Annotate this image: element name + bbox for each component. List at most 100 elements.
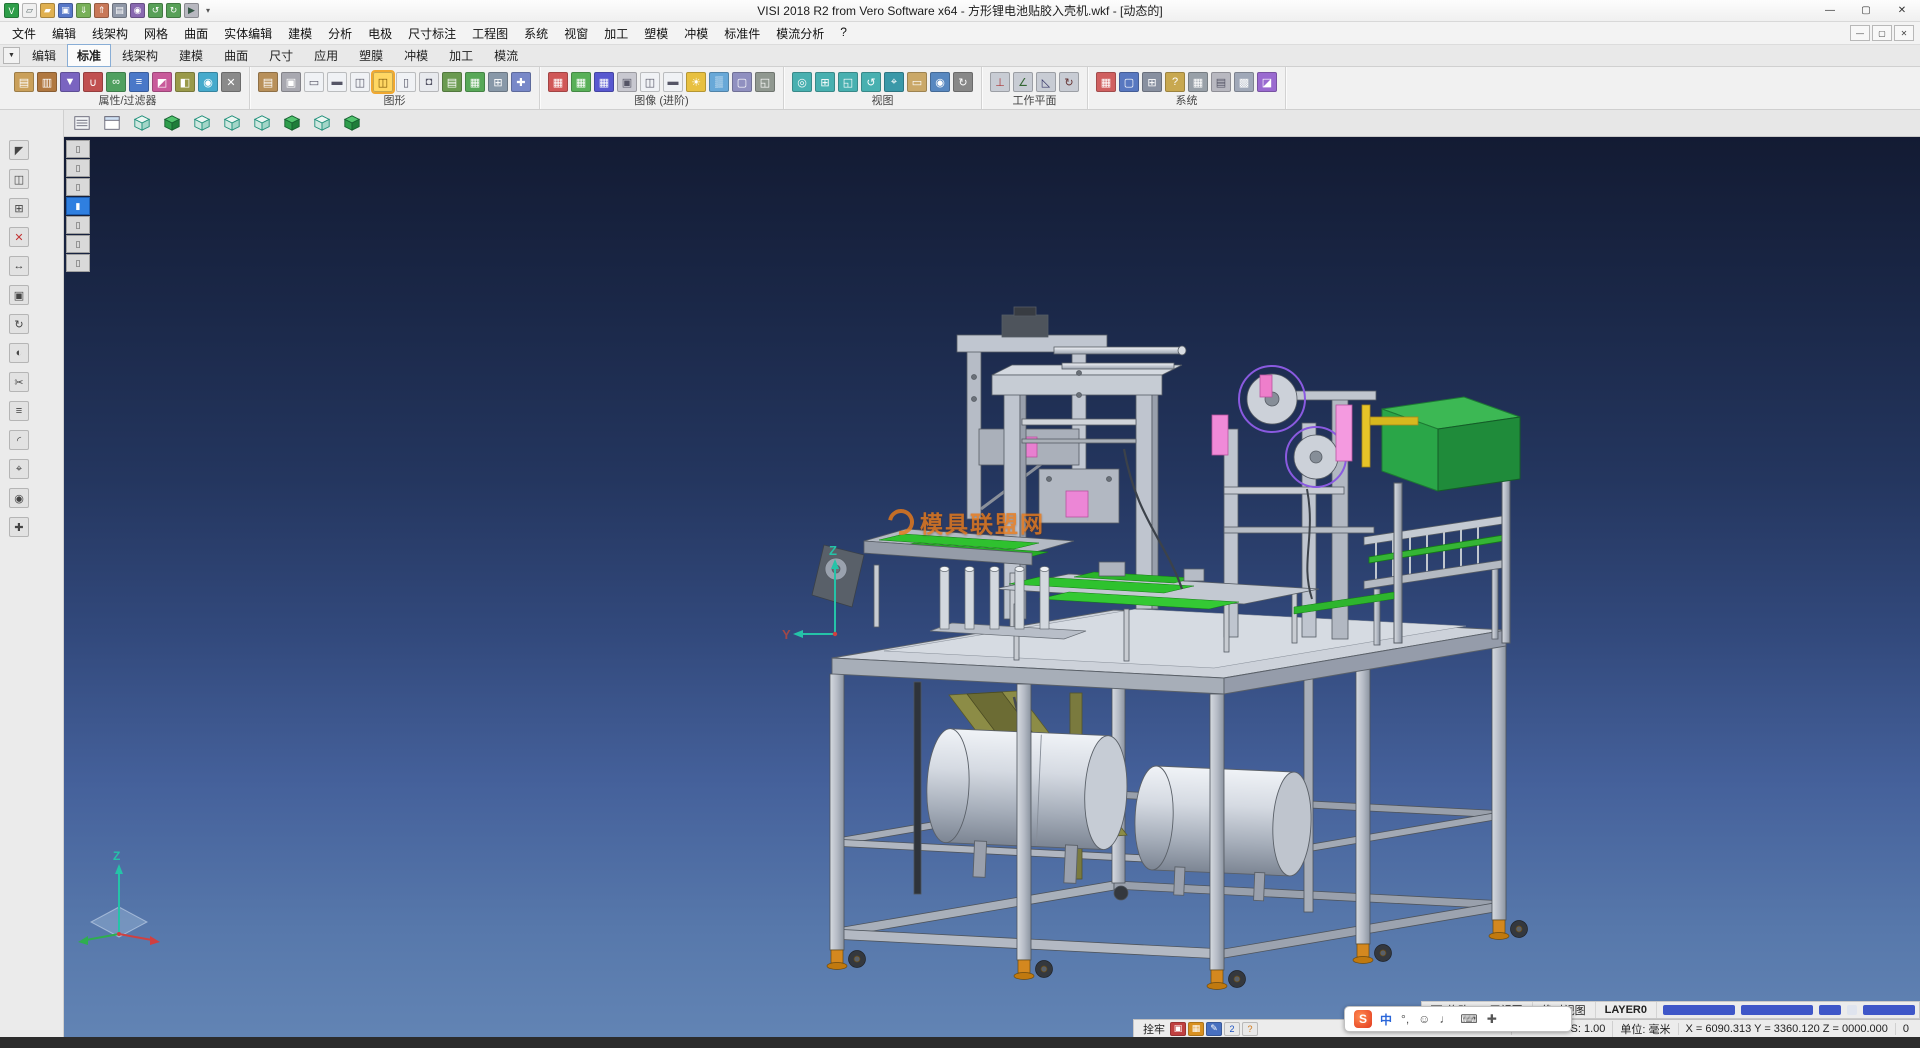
menu-item-14[interactable]: 加工: [596, 22, 636, 45]
view-cube-right-button[interactable]: [249, 112, 275, 134]
view-cube-left-button[interactable]: [309, 112, 335, 134]
menu-item-3[interactable]: 线架构: [84, 22, 136, 45]
plane-purple-icon[interactable]: ◪: [1257, 72, 1277, 92]
dither-icon[interactable]: ▩: [1234, 72, 1254, 92]
monitor-config-icon[interactable]: ▢: [1119, 72, 1139, 92]
tab-5[interactable]: 曲面: [214, 44, 258, 67]
hidden-line-display-icon[interactable]: ◫: [350, 72, 370, 92]
filter-magnet-icon[interactable]: ∪: [83, 72, 103, 92]
attribute-copy-icon[interactable]: ▥: [37, 72, 57, 92]
view-strip-button-7[interactable]: ▯: [66, 254, 90, 272]
macro-icon[interactable]: ▶: [184, 3, 199, 18]
view-new-window-button[interactable]: [99, 112, 125, 134]
status-alert-icon[interactable]: ▣: [1170, 1022, 1186, 1036]
tab-4[interactable]: 建模: [169, 44, 213, 67]
dynamic-shading-icon[interactable]: ◫: [373, 72, 393, 92]
menu-item-17[interactable]: 标准件: [716, 22, 768, 45]
menu-item-4[interactable]: 网格: [136, 22, 176, 45]
ime-punct-indicator[interactable]: °,: [1401, 1012, 1409, 1026]
doc-close-button[interactable]: ✕: [1894, 25, 1914, 41]
render-texture-icon[interactable]: ▦: [594, 72, 614, 92]
view-cube-bottom-button[interactable]: [339, 112, 365, 134]
view-cube-top-button[interactable]: [189, 112, 215, 134]
move-icon[interactable]: ↔: [9, 256, 29, 276]
view-display-list-button[interactable]: [69, 112, 95, 134]
database-green-icon[interactable]: ▦: [465, 72, 485, 92]
ruler-icon[interactable]: ▭: [907, 72, 927, 92]
measure-distance-icon[interactable]: ⌖: [9, 459, 29, 479]
menu-item-11[interactable]: 工程图: [464, 22, 516, 45]
measure-icon[interactable]: ⌖: [884, 72, 904, 92]
maximize-button[interactable]: ▢: [1848, 0, 1884, 21]
tab-overflow-button[interactable]: ▼: [3, 47, 20, 64]
delete-icon[interactable]: ✕: [9, 227, 29, 247]
view-cube-shaded-button[interactable]: [159, 112, 185, 134]
view-strip-button-1[interactable]: ▯: [66, 140, 90, 158]
grid-settings-icon[interactable]: ▦: [1188, 72, 1208, 92]
view-cube-front-button[interactable]: [219, 112, 245, 134]
screen-capture-icon[interactable]: ▣: [617, 72, 637, 92]
redraw-icon[interactable]: ↻: [953, 72, 973, 92]
workplane-rotate-icon[interactable]: ↻: [1059, 72, 1079, 92]
filter-elements-icon[interactable]: ▼: [60, 72, 80, 92]
selection-filter-icon[interactable]: ◫: [9, 169, 29, 189]
render-shaded-icon[interactable]: ▦: [548, 72, 568, 92]
database-insert-icon[interactable]: ▤: [442, 72, 462, 92]
view-cube-iso-button[interactable]: [129, 112, 155, 134]
menu-item-18[interactable]: 模流分析: [768, 22, 832, 45]
export-icon[interactable]: ⇑: [94, 3, 109, 18]
minimize-button[interactable]: —: [1812, 0, 1848, 21]
tab-6[interactable]: 尺寸: [259, 44, 303, 67]
status-count-badge[interactable]: 2: [1224, 1022, 1240, 1036]
tab-2[interactable]: 标准: [67, 44, 111, 67]
visibility-toggle-icon[interactable]: ◉: [198, 72, 218, 92]
tab-3[interactable]: 线架构: [112, 44, 168, 67]
view-strip-button-4[interactable]: ▮: [66, 197, 90, 215]
viewport[interactable]: Z Y Z ▯▯▯▮▯▯▯: [64, 137, 1920, 1037]
capture-icon[interactable]: ◉: [130, 3, 145, 18]
filter-chain-icon[interactable]: ∞: [106, 72, 126, 92]
clipboard-paste-icon[interactable]: ▤: [258, 72, 278, 92]
save-file-icon[interactable]: ▣: [58, 3, 73, 18]
view-strip-button-2[interactable]: ▯: [66, 159, 90, 177]
ime-logo-icon[interactable]: S: [1354, 1010, 1372, 1028]
doc-minimize-button[interactable]: —: [1850, 25, 1870, 41]
layer-manager-icon[interactable]: ≡: [129, 72, 149, 92]
menu-item-10[interactable]: 尺寸标注: [400, 22, 464, 45]
zoom-box-icon[interactable]: ⊞: [9, 198, 29, 218]
ime-emoji-button[interactable]: ☺: [1418, 1012, 1430, 1026]
image-monitor-icon[interactable]: ▢: [732, 72, 752, 92]
image-light-icon[interactable]: ☀: [686, 72, 706, 92]
element-lock-icon[interactable]: ◧: [175, 72, 195, 92]
database-grid-icon[interactable]: ⊞: [488, 72, 508, 92]
view-eye-icon[interactable]: ◉: [930, 72, 950, 92]
transparent-display-icon[interactable]: ▯: [396, 72, 416, 92]
fillet-icon[interactable]: ◜: [9, 430, 29, 450]
status-display-icon[interactable]: ▦: [1188, 1022, 1204, 1036]
tab-10[interactable]: 加工: [439, 44, 483, 67]
zoom-fit-icon[interactable]: ◱: [838, 72, 858, 92]
menu-item-15[interactable]: 塑模: [636, 22, 676, 45]
attribute-edit-icon[interactable]: ▤: [14, 72, 34, 92]
mirror-icon[interactable]: ◐: [9, 343, 29, 363]
undo-icon[interactable]: ↺: [148, 3, 163, 18]
menu-item-5[interactable]: 曲面: [176, 22, 216, 45]
menu-item-9[interactable]: 电极: [360, 22, 400, 45]
view-strip-button-3[interactable]: ▯: [66, 178, 90, 196]
image-export-icon[interactable]: ◱: [755, 72, 775, 92]
app-logo-icon[interactable]: V: [4, 3, 19, 18]
rotate-icon[interactable]: ↻: [9, 314, 29, 334]
graphics-settings-icon[interactable]: ✚: [511, 72, 531, 92]
tab-11[interactable]: 模流: [484, 44, 528, 67]
menu-item-7[interactable]: 建模: [280, 22, 320, 45]
zoom-window-icon[interactable]: ⊞: [815, 72, 835, 92]
menu-item-13[interactable]: 视窗: [556, 22, 596, 45]
color-picker-icon[interactable]: ◩: [152, 72, 172, 92]
plot-icon[interactable]: ▤: [1211, 72, 1231, 92]
tab-8[interactable]: 塑膜: [349, 44, 393, 67]
options-icon[interactable]: ✚: [9, 517, 29, 537]
workplane-view-icon[interactable]: ◺: [1036, 72, 1056, 92]
menu-item-8[interactable]: 分析: [320, 22, 360, 45]
toolbar-options-caret[interactable]: ▾: [202, 6, 214, 15]
layer-visibility-icon[interactable]: ◉: [9, 488, 29, 508]
